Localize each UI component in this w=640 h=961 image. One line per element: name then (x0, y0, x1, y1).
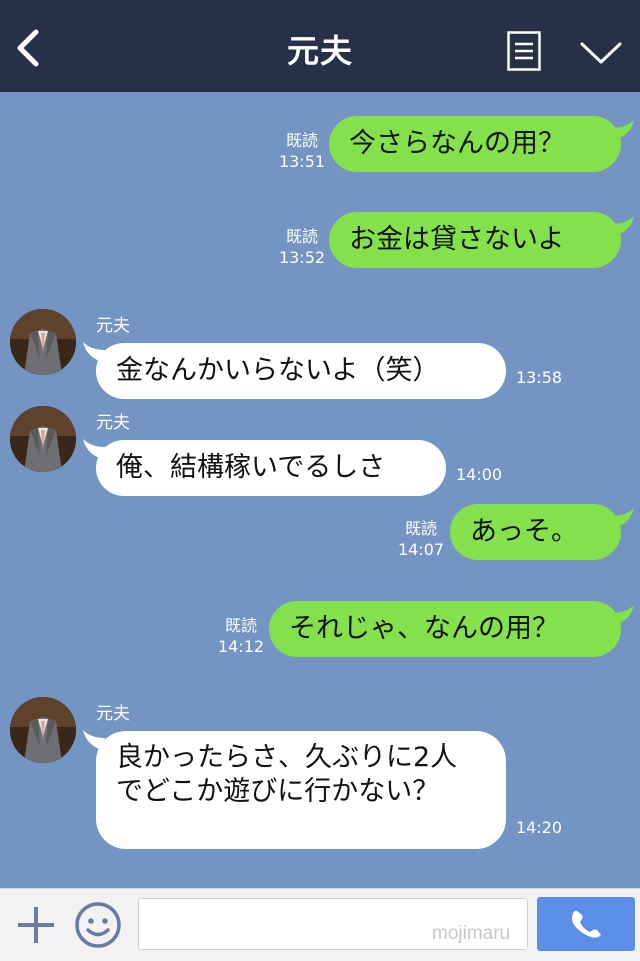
plus-icon (18, 907, 54, 943)
sender-name: 元夫 (96, 316, 130, 336)
emoji-button[interactable] (74, 901, 122, 949)
chat-header: 元夫 (0, 0, 640, 92)
message-time: 13:58 (516, 368, 563, 387)
message-text: あっそ。 (470, 516, 578, 547)
call-button[interactable] (537, 897, 635, 951)
read-label: 既読 (285, 227, 318, 246)
add-button[interactable] (14, 903, 58, 947)
sender-name: 元夫 (96, 704, 130, 724)
message-text: お金は貸さないよ (349, 224, 565, 255)
message-text: 俺、結構稼いでるしさ (116, 452, 386, 483)
menu-list-icon (507, 31, 541, 71)
message-row: 既読 13:51 今さらなんの用？ (0, 112, 640, 174)
message-text: 良かったらさ、久ぶりに2人でどこか遊びに行かない？ (116, 742, 458, 807)
message-row: 元夫 俺、結構稼いでるしさ 14:00 (0, 405, 640, 500)
read-label: 既読 (224, 616, 257, 635)
message-row: 既読 14:07 あっそ。 (0, 500, 640, 562)
phone-icon (572, 910, 601, 938)
message-time: 13:51 (278, 152, 326, 171)
received-message-bubble[interactable]: 金なんかいらないよ（笑） (96, 343, 506, 399)
sent-message-bubble[interactable]: 今さらなんの用？ (329, 116, 621, 172)
read-receipt: 既読 13:52 (276, 226, 328, 268)
sent-message-bubble[interactable]: お金は貸さないよ (329, 212, 621, 268)
message-time: 14:07 (397, 540, 445, 559)
avatar[interactable] (10, 406, 76, 472)
menu-button[interactable] (507, 31, 541, 71)
message-row: 既読 14:12 それじゃ、なんの用？ (0, 597, 640, 659)
chat-title: 元夫 (286, 32, 353, 70)
message-time: 13:52 (278, 248, 326, 267)
watermark-text: mojimaru (432, 923, 511, 944)
bubble-tail (612, 508, 634, 528)
avatar-image (10, 697, 76, 763)
message-text: 今さらなんの用？ (349, 128, 565, 159)
message-time: 14:00 (456, 465, 503, 484)
avatar-image (10, 309, 76, 375)
avatar[interactable] (10, 309, 76, 375)
avatar[interactable] (10, 697, 76, 763)
message-text: 金なんかいらないよ（笑） (116, 355, 440, 386)
sent-message-bubble[interactable]: あっそ。 (450, 504, 621, 560)
read-label: 既読 (285, 131, 318, 150)
chevron-down-icon (580, 42, 622, 64)
read-receipt: 既読 14:12 (215, 615, 267, 657)
received-message-bubble[interactable]: 良かったらさ、久ぶりに2人でどこか遊びに行かない？ (96, 731, 506, 849)
read-label: 既読 (404, 519, 437, 538)
message-time: 14:12 (217, 637, 265, 656)
bubble-tail (612, 120, 634, 140)
sent-message-bubble[interactable]: それじゃ、なんの用？ (269, 601, 621, 657)
emoji-icon (75, 902, 121, 948)
message-row: 既読 13:52 お金は貸さないよ (0, 208, 640, 270)
collapse-button[interactable] (578, 40, 624, 66)
received-message-bubble[interactable]: 俺、結構稼いでるしさ (96, 440, 446, 496)
read-receipt: 既読 14:07 (395, 518, 447, 560)
avatar-image (10, 406, 76, 472)
message-time: 14:20 (516, 818, 563, 837)
sender-name: 元夫 (96, 413, 130, 433)
message-row: 元夫 良かったらさ、久ぶりに2人でどこか遊びに行かない？ 14:20 (0, 696, 640, 856)
read-receipt: 既読 13:51 (276, 130, 328, 172)
message-row: 元夫 金なんかいらないよ（笑） 13:58 (0, 308, 640, 403)
message-text: それじゃ、なんの用？ (289, 613, 559, 644)
input-bar: mojimaru (0, 888, 640, 961)
bubble-tail (612, 605, 634, 625)
bubble-tail (612, 216, 634, 236)
